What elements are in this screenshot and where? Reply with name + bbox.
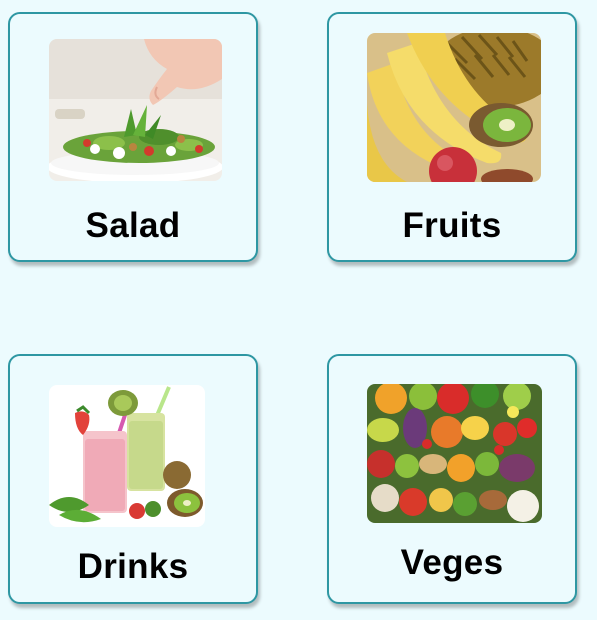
category-label: Veges [400,543,504,582]
category-card-veges[interactable]: Veges [327,354,577,604]
category-label: Drinks [77,547,189,586]
fruits-image [367,33,541,182]
salad-image [49,39,222,181]
category-card-drinks[interactable]: Drinks [8,354,258,604]
category-label: Salad [85,206,181,245]
category-card-fruits[interactable]: Fruits [327,12,577,262]
category-label: Fruits [402,206,502,245]
category-card-salad[interactable]: Salad [8,12,258,262]
veges-image [367,384,542,523]
drinks-image [49,385,205,527]
